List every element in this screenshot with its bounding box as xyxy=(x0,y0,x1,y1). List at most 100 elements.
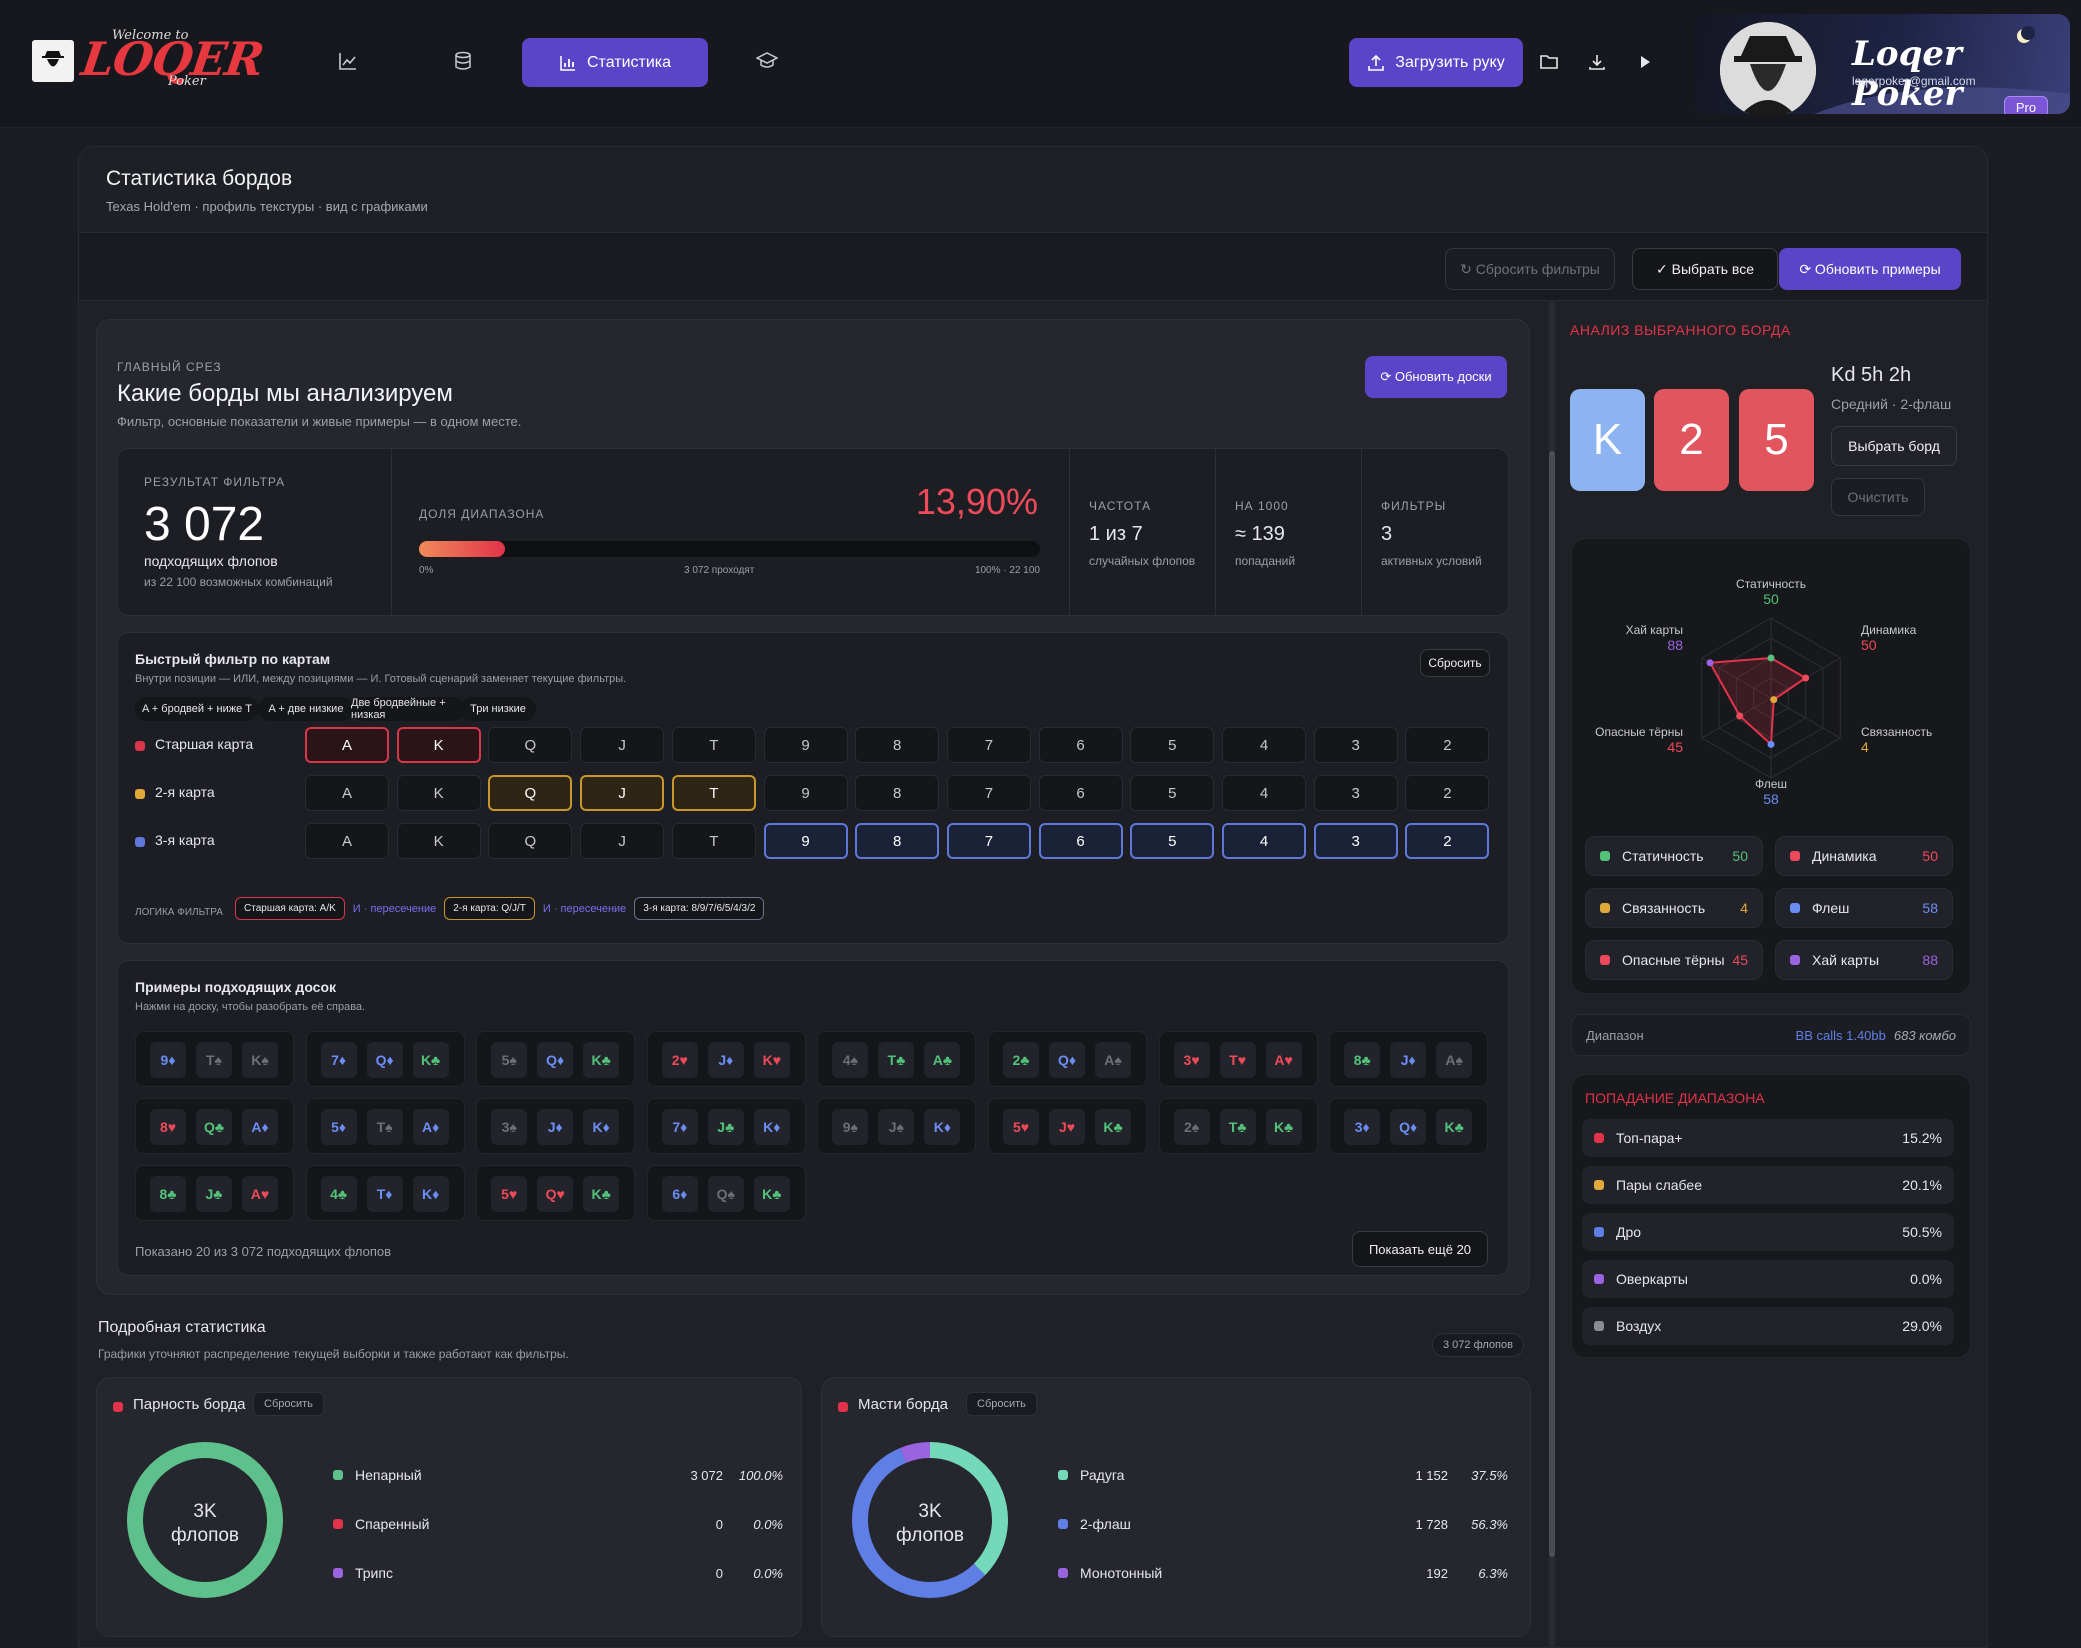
preset-chip[interactable]: A + бродвей + ниже T xyxy=(135,697,259,721)
example-board[interactable]: 5♥ J♥ K♣ xyxy=(988,1098,1147,1154)
rank-tile[interactable]: J xyxy=(580,775,665,811)
example-board[interactable]: 8♥ Q♣ A♦ xyxy=(135,1098,294,1154)
folder-icon[interactable] xyxy=(1537,50,1561,74)
chart-reset-button[interactable]: Сбросить xyxy=(966,1392,1037,1416)
rank-tile[interactable]: 7 xyxy=(946,775,1031,811)
play-icon[interactable] xyxy=(1633,50,1657,74)
rank-tile[interactable]: 8 xyxy=(855,823,940,859)
upload-hand-button[interactable]: Загрузить руку xyxy=(1349,38,1523,87)
example-board[interactable]: 4♣ T♦ K♦ xyxy=(305,1165,465,1221)
range-row[interactable]: Диапазон BB calls 1.40bb 683 комбо xyxy=(1571,1014,1971,1056)
radar-legend-item[interactable]: Опасные тёрны 45 xyxy=(1585,940,1763,980)
clear-board-button[interactable]: Очистить xyxy=(1831,478,1925,516)
rank-tile[interactable]: 5 xyxy=(1130,823,1215,859)
example-board[interactable]: 3♠ J♦ K♦ xyxy=(476,1098,636,1154)
example-board[interactable]: 5♥ Q♥ K♣ xyxy=(476,1165,636,1221)
legend-item[interactable]: Непарный 3 072 100.0% xyxy=(333,1462,783,1488)
rank-tile[interactable]: Q xyxy=(488,775,573,811)
preset-chip[interactable]: Две бродвейные + низкая xyxy=(351,697,465,721)
board-card-2[interactable]: 2 xyxy=(1654,389,1729,491)
legend-item[interactable]: Радуга 1 152 37.5% xyxy=(1058,1462,1508,1488)
rank-tile[interactable]: 3 xyxy=(1313,823,1398,859)
range-hit-row[interactable]: Пары слабее 20.1% xyxy=(1582,1166,1954,1204)
rank-tile[interactable]: 2 xyxy=(1405,775,1490,811)
quick-filter-reset-button[interactable]: Сбросить xyxy=(1420,649,1490,677)
nav-learning[interactable] xyxy=(754,48,780,74)
nav-database[interactable] xyxy=(450,48,476,74)
rank-tile[interactable]: 3 xyxy=(1313,727,1398,763)
rank-tile[interactable]: J xyxy=(580,823,665,859)
nav-statistics[interactable]: Статистика xyxy=(522,38,708,87)
chart-reset-button[interactable]: Сбросить xyxy=(253,1392,324,1416)
example-board[interactable]: 7♦ J♣ K♦ xyxy=(646,1098,806,1154)
rank-tile[interactable]: T xyxy=(671,775,756,811)
rank-tile[interactable]: 6 xyxy=(1038,823,1123,859)
board-card-3[interactable]: 5 xyxy=(1739,389,1814,491)
rank-tile[interactable]: 3 xyxy=(1313,775,1398,811)
scrollbar-thumb[interactable] xyxy=(1549,451,1555,1557)
rank-tile[interactable]: 9 xyxy=(763,727,848,763)
range-hit-row[interactable]: Воздух 29.0% xyxy=(1582,1307,1954,1345)
legend-item[interactable]: Спаренный 0 0.0% xyxy=(333,1511,783,1537)
select-all-button[interactable]: ✓ Выбрать все xyxy=(1632,248,1778,290)
nav-trends[interactable] xyxy=(335,48,361,74)
select-board-button[interactable]: Выбрать борд xyxy=(1831,426,1957,466)
legend-item[interactable]: 2-флаш 1 728 56.3% xyxy=(1058,1511,1508,1537)
rank-tile[interactable]: J xyxy=(580,727,665,763)
example-board[interactable]: 2♥ J♦ K♥ xyxy=(646,1031,806,1087)
range-hit-row[interactable]: Дро 50.5% xyxy=(1582,1213,1954,1251)
reset-filters-button[interactable]: ↻ Сбросить фильтры xyxy=(1445,248,1615,290)
example-board[interactable]: 8♣ J♣ A♥ xyxy=(135,1165,294,1221)
example-board[interactable]: 3♥ T♥ A♥ xyxy=(1158,1031,1318,1087)
rank-tile[interactable]: K xyxy=(396,775,481,811)
rank-tile[interactable]: Q xyxy=(488,727,573,763)
preset-chip[interactable]: A + две низкие xyxy=(258,697,354,721)
example-board[interactable]: 5♦ T♠ A♦ xyxy=(305,1098,465,1154)
rank-tile[interactable]: 5 xyxy=(1130,727,1215,763)
rank-tile[interactable]: 8 xyxy=(855,775,940,811)
profile-card[interactable]: Loqer Poker loqerpoker@gmail.com Pro xyxy=(1694,14,2070,114)
legend-item[interactable]: Трипс 0 0.0% xyxy=(333,1560,783,1586)
example-board[interactable]: 5♠ Q♦ K♣ xyxy=(476,1031,636,1087)
radar-legend-item[interactable]: Флеш 58 xyxy=(1775,888,1953,928)
rank-tile[interactable]: 4 xyxy=(1222,775,1306,811)
rank-tile[interactable]: 2 xyxy=(1405,727,1490,763)
rank-tile[interactable]: T xyxy=(671,727,756,763)
rank-tile[interactable]: Q xyxy=(488,823,573,859)
example-board[interactable]: 7♦ Q♦ K♣ xyxy=(305,1031,465,1087)
rank-tile[interactable]: 5 xyxy=(1130,775,1215,811)
range-hit-row[interactable]: Оверкарты 0.0% xyxy=(1582,1260,1954,1298)
legend-item[interactable]: Монотонный 192 6.3% xyxy=(1058,1560,1508,1586)
download-icon[interactable] xyxy=(1585,50,1609,74)
radar-legend-item[interactable]: Хай карты 88 xyxy=(1775,940,1953,980)
rank-tile[interactable]: 9 xyxy=(763,823,848,859)
rank-tile[interactable]: T xyxy=(671,823,756,859)
rank-tile[interactable]: A xyxy=(305,727,389,763)
example-board[interactable]: 4♠ T♣ A♣ xyxy=(817,1031,977,1087)
scrollbar-track[interactable] xyxy=(1549,301,1555,1647)
logo-mark-icon[interactable] xyxy=(32,40,74,82)
rank-tile[interactable]: 7 xyxy=(946,727,1031,763)
example-board[interactable]: 9♠ J♠ K♦ xyxy=(817,1098,977,1154)
rank-tile[interactable]: 2 xyxy=(1405,823,1490,859)
rank-tile[interactable]: A xyxy=(305,775,389,811)
rank-tile[interactable]: 4 xyxy=(1222,823,1306,859)
rank-tile[interactable]: K xyxy=(396,727,481,763)
rank-tile[interactable]: 6 xyxy=(1038,727,1123,763)
board-card-1[interactable]: K xyxy=(1570,389,1645,491)
rank-tile[interactable]: 6 xyxy=(1038,775,1123,811)
example-board[interactable]: 6♦ Q♠ K♣ xyxy=(646,1165,806,1221)
preset-chip[interactable]: Три низкие xyxy=(460,697,536,721)
rank-tile[interactable]: A xyxy=(305,823,389,859)
example-board[interactable]: 3♦ Q♦ K♣ xyxy=(1329,1098,1489,1154)
radar-legend-item[interactable]: Связанность 4 xyxy=(1585,888,1763,928)
range-hit-row[interactable]: Топ-пара+ 15.2% xyxy=(1582,1119,1954,1157)
rank-tile[interactable]: 7 xyxy=(946,823,1031,859)
refresh-boards-button[interactable]: ⟳ Обновить доски xyxy=(1365,356,1507,398)
example-board[interactable]: 2♣ Q♦ A♠ xyxy=(988,1031,1147,1087)
rank-tile[interactable]: K xyxy=(396,823,481,859)
example-board[interactable]: 9♦ T♠ K♠ xyxy=(135,1031,294,1087)
rank-tile[interactable]: 8 xyxy=(855,727,940,763)
radar-legend-item[interactable]: Динамика 50 xyxy=(1775,836,1953,876)
example-board[interactable]: 8♣ J♦ A♠ xyxy=(1329,1031,1489,1087)
